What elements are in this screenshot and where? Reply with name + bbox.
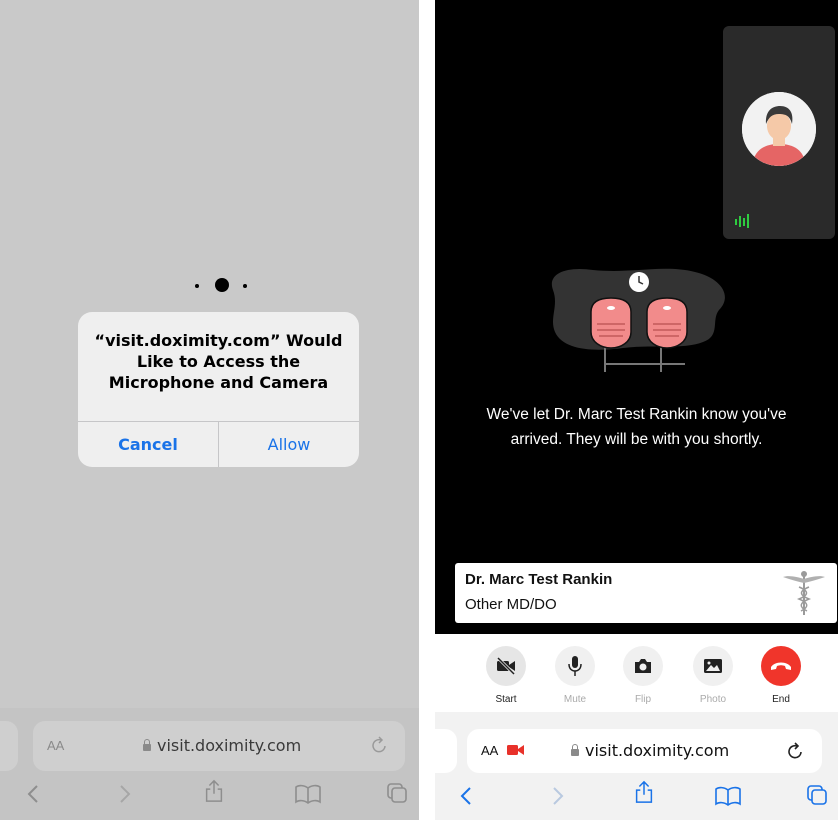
waiting-message: We've let Dr. Marc Test Rankin know you'… xyxy=(486,406,787,448)
bookmarks-icon[interactable] xyxy=(294,782,322,806)
dialog-title: “visit.doximity.com” Would Like to Acces… xyxy=(94,331,343,392)
end-call-button[interactable]: End xyxy=(755,646,807,708)
end-call-icon xyxy=(771,662,791,670)
start-video-button[interactable]: Start xyxy=(480,646,532,708)
text-size-button[interactable]: AA xyxy=(481,743,498,758)
photo-label: Photo xyxy=(699,694,727,705)
cancel-button[interactable]: Cancel xyxy=(78,422,218,467)
share-icon[interactable] xyxy=(202,779,226,803)
text-size-button[interactable]: AA xyxy=(47,738,64,753)
doctor-card: Dr. Marc Test Rankin Other MD/DO xyxy=(455,563,837,623)
camera-in-use-icon[interactable] xyxy=(507,743,525,757)
previous-tab-stub[interactable] xyxy=(0,721,18,771)
bookmarks-icon[interactable] xyxy=(714,784,742,808)
back-icon[interactable] xyxy=(455,784,479,808)
forward-icon[interactable] xyxy=(112,782,136,806)
photo-button[interactable]: Photo xyxy=(687,646,739,708)
mute-button[interactable]: Mute xyxy=(549,646,601,708)
share-icon[interactable] xyxy=(632,780,656,804)
photo-icon xyxy=(704,659,722,673)
doctor-name: Dr. Marc Test Rankin xyxy=(465,571,613,588)
self-view-tile[interactable] xyxy=(723,26,835,239)
flip-camera-button[interactable]: Flip xyxy=(617,646,669,708)
allow-button[interactable]: Allow xyxy=(219,422,359,467)
url-text: visit.doximity.com xyxy=(157,736,302,755)
previous-tab-stub[interactable] xyxy=(435,729,457,773)
permission-screen: “visit.doximity.com” Would Like to Acces… xyxy=(0,0,419,820)
mute-label: Mute xyxy=(563,694,587,705)
avatar xyxy=(742,92,816,166)
microphone-icon xyxy=(568,656,582,676)
start-label: Start xyxy=(495,694,517,705)
loading-indicator xyxy=(195,276,255,296)
lock-icon xyxy=(571,744,579,756)
lock-icon xyxy=(143,739,151,751)
address-bar[interactable]: AA visit.doximity.com xyxy=(33,721,405,771)
call-controls: Start Mute Flip Photo End xyxy=(435,634,838,712)
reload-icon[interactable] xyxy=(371,735,389,755)
permission-dialog: “visit.doximity.com” Would Like to Acces… xyxy=(78,312,359,467)
caduceus-icon xyxy=(783,571,825,615)
doctor-specialty: Other MD/DO xyxy=(465,596,557,613)
back-icon[interactable] xyxy=(22,782,46,806)
speaking-indicator-icon xyxy=(735,214,749,228)
tabs-icon[interactable] xyxy=(805,783,829,807)
camera-flip-icon xyxy=(635,659,651,673)
forward-icon[interactable] xyxy=(545,784,569,808)
waiting-room-screen: We've let Dr. Marc Test Rankin know you'… xyxy=(435,0,838,820)
reload-icon[interactable] xyxy=(787,741,805,761)
address-bar[interactable]: AA visit.doximity.com xyxy=(467,729,822,773)
video-off-icon xyxy=(496,657,516,675)
tabs-icon[interactable] xyxy=(385,781,409,805)
waiting-room-illustration xyxy=(551,268,725,372)
flip-label: Flip xyxy=(634,694,652,705)
end-label: End xyxy=(772,694,790,705)
url-text: visit.doximity.com xyxy=(585,741,730,760)
